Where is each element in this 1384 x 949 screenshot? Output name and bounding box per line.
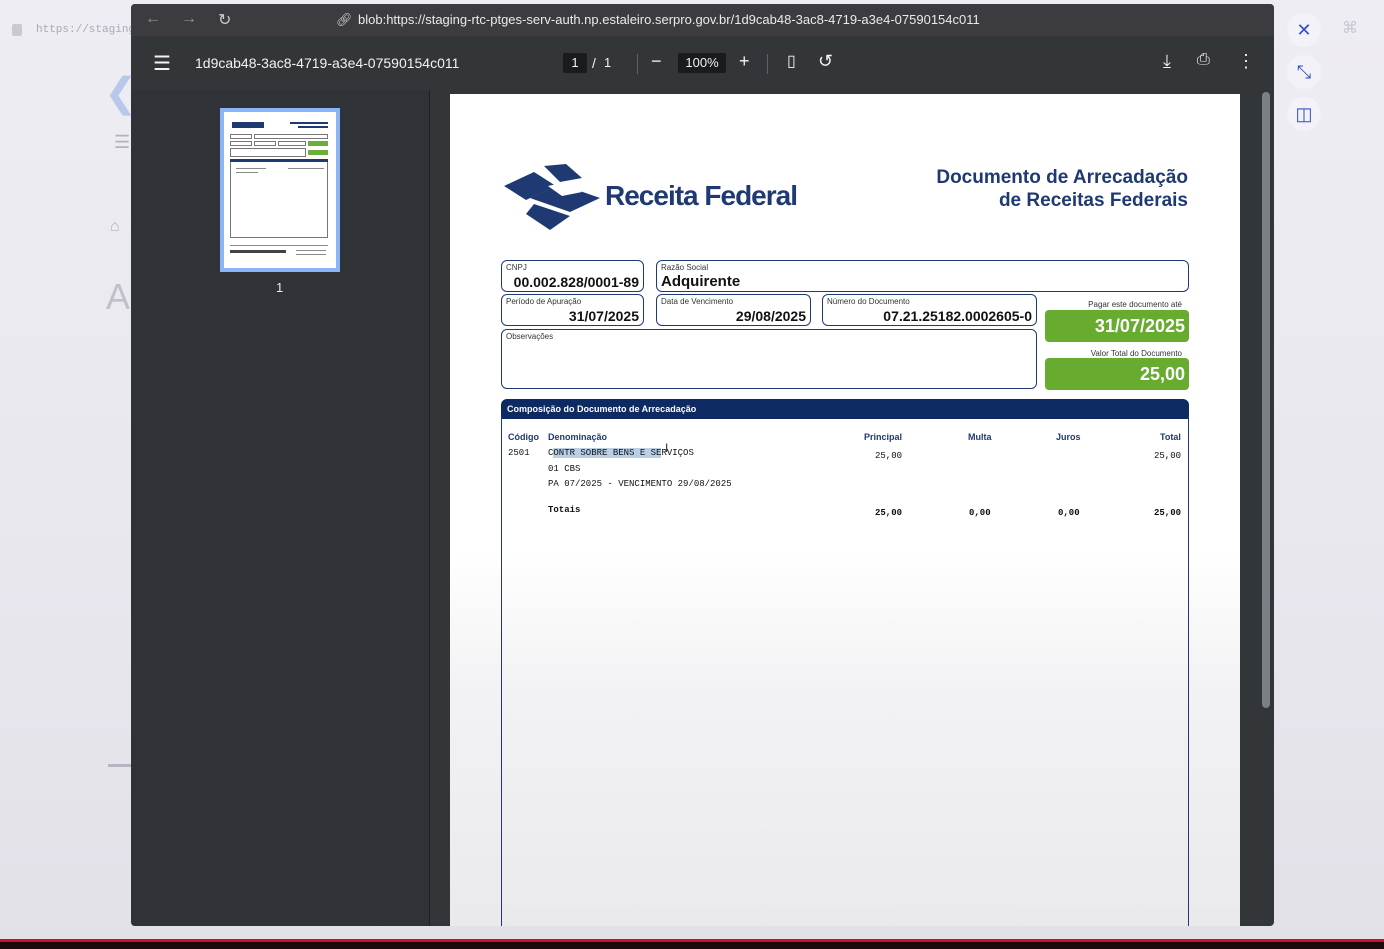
totais-multa: 0,00 — [969, 508, 991, 518]
razao-social-label: Razão Social — [661, 263, 709, 272]
bottom-bar — [0, 939, 1384, 949]
page-separator: / — [592, 55, 596, 71]
cnpj-label: CNPJ — [506, 263, 527, 272]
print-icon[interactable]: ⎙ — [1197, 51, 1210, 69]
zoom-input[interactable]: 100% — [678, 53, 726, 73]
expand-button[interactable]: ⤡ — [1287, 55, 1321, 89]
split-view-icon: ◫ — [1295, 103, 1313, 124]
observacoes-label: Observações — [506, 332, 554, 341]
zoom-in-icon[interactable]: + — [739, 51, 750, 72]
file-title: 1d9cab48-3ac8-4719-a3e4-07590154c011 — [195, 55, 460, 71]
lock-icon — [12, 24, 22, 36]
logo-text: Receita Federal — [605, 180, 798, 211]
col-principal: Principal — [864, 432, 903, 442]
receita-federal-logo — [504, 164, 600, 230]
download-icon[interactable]: ⤓ — [1163, 51, 1171, 72]
row-principal: 25,00 — [875, 451, 903, 461]
pagar-ate-label: Pagar este documento até — [1088, 300, 1182, 309]
close-icon: ✕ — [1296, 19, 1312, 40]
col-multa: Multa — [968, 432, 992, 442]
text-cursor-icon: I — [665, 441, 669, 455]
divider — [637, 54, 638, 74]
observacoes-field: Observações — [501, 329, 1037, 389]
vencimento-field: Data de Vencimento 29/08/2025 — [656, 294, 811, 326]
row-denominacao[interactable]: CONTR SOBRE BENS E SERVIÇOS — [548, 448, 694, 458]
thumbnail-label: 1 — [276, 280, 284, 295]
menu-icon: ☰ — [114, 132, 131, 152]
link-icon: 🔗︎ — [336, 12, 353, 27]
document-title: Documento de Arrecadação de Receitas Fed… — [936, 166, 1188, 212]
pagar-ate-value: 31/07/2025 — [1045, 310, 1189, 342]
background-heading: A — [106, 276, 131, 317]
numero-documento-label: Número do Documento — [827, 297, 910, 306]
total-pages: 1 — [604, 55, 612, 70]
close-button[interactable]: ✕ — [1287, 13, 1321, 47]
col-codigo: Código — [508, 432, 539, 442]
numero-documento-field: Número do Documento 07.21.25182.0002605-… — [822, 294, 1037, 326]
totais-total: 25,00 — [1154, 508, 1182, 518]
expand-icon: ⤡ — [1296, 61, 1312, 82]
cnpj-value: 00.002.828/0001-89 — [513, 274, 639, 290]
row-total: 25,00 — [1154, 451, 1182, 461]
divider — [767, 54, 768, 74]
composicao-header: Composição do Documento de Arrecadação — [501, 399, 1189, 419]
home-icon: ⌂ — [110, 218, 120, 235]
background-url: https://staging — [36, 24, 136, 36]
valor-total-value: 25,00 — [1045, 358, 1189, 390]
extension-icon: ⌘ — [1342, 20, 1364, 37]
zoom-out-icon[interactable]: − — [651, 51, 662, 72]
rotate-icon[interactable]: ↺ — [818, 51, 833, 72]
pdf-toolbar: ☰ 1d9cab48-3ac8-4719-a3e4-07590154c011 1… — [131, 36, 1274, 90]
page-thumbnail[interactable] — [220, 108, 340, 272]
scrollbar[interactable] — [1262, 92, 1270, 708]
forward-icon[interactable]: → — [181, 10, 197, 28]
totais-juros: 0,00 — [1058, 508, 1080, 518]
thumbnail-logo — [232, 122, 264, 128]
periodo-label: Período de Apuração — [506, 297, 582, 306]
composicao-body — [501, 417, 1189, 926]
reload-icon[interactable]: ↻ — [218, 10, 231, 30]
vencimento-value: 29/08/2025 — [735, 308, 806, 324]
fit-page-icon[interactable]: ▯ — [787, 51, 796, 71]
periodo-field: Período de Apuração 31/07/2025 — [501, 294, 644, 326]
totais-principal: 25,00 — [875, 508, 903, 518]
url-bar: ← → ↻ 🔗︎ blob:https://staging-rtc-ptges-… — [131, 4, 1274, 36]
totais-label: Totais — [548, 505, 581, 515]
cnpj-field: CNPJ 00.002.828/0001-89 — [501, 260, 644, 292]
thumbnail-sidebar: 1 — [131, 90, 430, 926]
selected-text: ONTR SOBRE BENS E SE — [553, 448, 662, 458]
split-view-button[interactable]: ◫ — [1287, 97, 1321, 131]
row-codigo: 2501 — [508, 448, 530, 458]
razao-social-field: Razão Social Adquirente — [656, 260, 1189, 292]
numero-documento-value: 07.21.25182.0002605-0 — [883, 308, 1032, 324]
menu-icon[interactable]: ☰ — [153, 51, 171, 76]
title-line-2: de Receitas Federais — [998, 190, 1188, 211]
col-juros: Juros — [1056, 432, 1081, 442]
razao-social-value: Adquirente — [661, 273, 741, 290]
url-text[interactable]: blob:https://staging-rtc-ptges-serv-auth… — [358, 12, 980, 27]
vencimento-label: Data de Vencimento — [661, 297, 734, 306]
more-options-icon[interactable]: ⋮ — [1237, 51, 1255, 72]
title-line-1: Documento de Arrecadação — [936, 167, 1188, 188]
periodo-value: 31/07/2025 — [568, 308, 639, 324]
pdf-viewer-window: ← → ↻ 🔗︎ blob:https://staging-rtc-ptges-… — [131, 4, 1274, 926]
col-total: Total — [1160, 432, 1181, 442]
row-denom-line-2: 01 CBS — [548, 464, 581, 474]
back-icon[interactable]: ← — [145, 10, 161, 28]
thumbnail-preview — [230, 118, 330, 262]
document-page: Receita Federal Documento de Arrecadação… — [450, 94, 1240, 926]
col-denominacao: Denominação — [548, 432, 608, 442]
page-number-input[interactable]: 1 — [563, 53, 587, 73]
valor-total-label: Valor Total do Documento — [1090, 349, 1182, 358]
row-denom-line-3: PA 07/2025 - VENCIMENTO 29/08/2025 — [548, 479, 732, 489]
